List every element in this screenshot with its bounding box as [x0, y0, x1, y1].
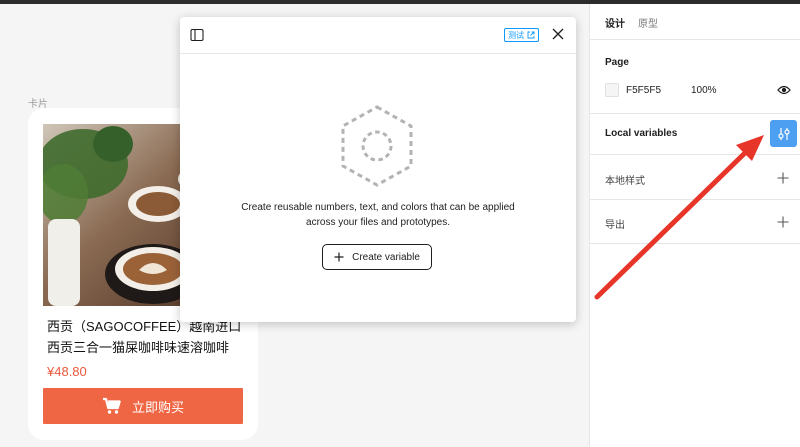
- page-section-title: Page: [605, 57, 629, 68]
- plus-icon: [334, 252, 344, 262]
- tab-prototype[interactable]: 原型: [638, 15, 658, 30]
- buy-now-label: 立即购买: [131, 399, 184, 415]
- add-export-plus-icon[interactable]: [777, 216, 789, 228]
- local-styles-title: 本地样式: [605, 176, 645, 187]
- create-variable-label: Create variable: [352, 251, 420, 263]
- sliders-icon: [777, 127, 790, 140]
- local-variables-section: Local variables: [590, 114, 800, 155]
- close-icon[interactable]: [552, 28, 564, 40]
- page-section: Page: [590, 40, 800, 114]
- local-styles-section: 本地样式: [590, 155, 800, 200]
- page-opacity[interactable]: 100%: [691, 85, 717, 96]
- sidebar-toggle-icon[interactable]: [190, 28, 204, 42]
- export-title: 导出: [605, 220, 625, 231]
- test-badge[interactable]: 测试: [504, 28, 539, 42]
- tab-design[interactable]: 设计: [605, 15, 625, 30]
- modal-header: 测试: [180, 17, 576, 54]
- test-badge-label: 测试: [508, 30, 524, 40]
- external-link-icon: [527, 31, 535, 39]
- product-price: ¥48.80: [47, 364, 87, 379]
- buy-now-button[interactable]: 立即购买: [43, 388, 243, 424]
- page-color-hex[interactable]: F5F5F5: [626, 85, 661, 96]
- properties-panel: 设计 原型 Page F5F5F5 100% Local variables 本…: [589, 4, 800, 447]
- eye-icon[interactable]: [777, 84, 791, 96]
- hexagon-empty-icon: [341, 105, 413, 187]
- export-section: 导出: [590, 200, 800, 244]
- product-title: 西贡（SAGOCOFFEE）越南进口西贡三合一猫屎咖啡味速溶咖啡: [47, 319, 242, 355]
- add-style-plus-icon[interactable]: [777, 172, 789, 184]
- open-variables-button[interactable]: [770, 120, 797, 147]
- page-color-swatch[interactable]: [605, 83, 619, 97]
- local-variables-modal: 测试 Create reusable numbers, text, and co…: [180, 17, 576, 322]
- create-variable-button[interactable]: Create variable: [322, 244, 432, 270]
- cart-icon: [102, 397, 121, 414]
- panel-tabs: 设计 原型: [590, 4, 800, 40]
- local-variables-title: Local variables: [605, 128, 678, 139]
- empty-state-text: Create reusable numbers, text, and color…: [241, 202, 515, 228]
